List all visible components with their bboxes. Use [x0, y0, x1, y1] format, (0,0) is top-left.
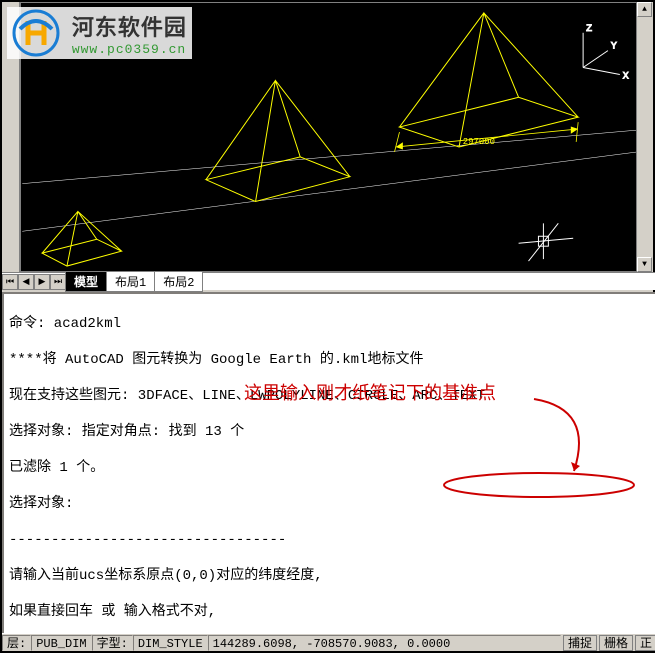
scroll-up-button[interactable]: ▲ [637, 2, 652, 17]
axis-y-label: Y [611, 41, 617, 52]
logo-watermark: 河东软件园 www.pc0359.cn [7, 7, 192, 59]
cmd-line: --------------------------------- [9, 531, 650, 549]
cmd-line: 请输入当前ucs坐标系原点(0,0)对应的纬度经度, [9, 567, 650, 585]
annotation-arrow [394, 389, 644, 509]
cmd-line: 选择对象: [9, 495, 650, 513]
tab-nav-last[interactable]: ⏭ [50, 274, 66, 290]
tab-layout1[interactable]: 布局1 [106, 272, 155, 292]
status-bar: 层: PUB_DIM 字型: DIM_STYLE 144289.6098, -7… [2, 633, 655, 651]
scroll-down-button[interactable]: ▼ [637, 257, 652, 272]
tab-nav-first[interactable]: ⏮ [2, 274, 18, 290]
logo-icon [12, 9, 60, 57]
cmd-line: ****将 AutoCAD 图元转换为 Google Earth 的.kml地标… [9, 351, 650, 369]
dimension-label: 297000 [463, 137, 495, 147]
logo-title: 河东软件园 [72, 10, 187, 42]
annotation-text: 这里输入刚才纸笔记下的基准点 [244, 384, 496, 402]
cmd-line: 命令: acad2kml [9, 315, 650, 333]
logo-url: www.pc0359.cn [72, 42, 187, 57]
axis-x-label: X [623, 70, 629, 81]
tab-layout2[interactable]: 布局2 [154, 272, 203, 292]
viewport-scrollbar[interactable]: ▲ ▼ [636, 2, 653, 272]
status-coords: 144289.6098, -708570.9083, 0.0000 [208, 635, 561, 651]
command-window[interactable]: 命令: acad2kml ****将 AutoCAD 图元转换为 Google … [2, 292, 655, 636]
ortho-button[interactable]: 正 [635, 635, 655, 651]
grid-button[interactable]: 栅格 [599, 635, 633, 651]
cmd-line: 如果直接回车 或 输入格式不对, [9, 603, 650, 621]
tab-nav-prev[interactable]: ◀ [18, 274, 34, 290]
status-style[interactable]: DIM_STYLE [133, 635, 208, 651]
layout-tabs-row: ⏮ ◀ ▶ ⏭ 模型 布局1 布局2 [2, 272, 655, 290]
tab-nav-next[interactable]: ▶ [34, 274, 50, 290]
axis-z-label: Z [586, 23, 592, 34]
tab-model[interactable]: 模型 [65, 272, 107, 292]
status-layer[interactable]: PUB_DIM [31, 635, 91, 651]
status-style-label: 字型: [92, 635, 133, 651]
snap-button[interactable]: 捕捉 [563, 635, 597, 651]
cmd-line: 已滤除 1 个。 [9, 459, 650, 477]
cmd-line: 选择对象: 指定对角点: 找到 13 个 [9, 423, 650, 441]
status-layer-label: 层: [2, 635, 31, 651]
